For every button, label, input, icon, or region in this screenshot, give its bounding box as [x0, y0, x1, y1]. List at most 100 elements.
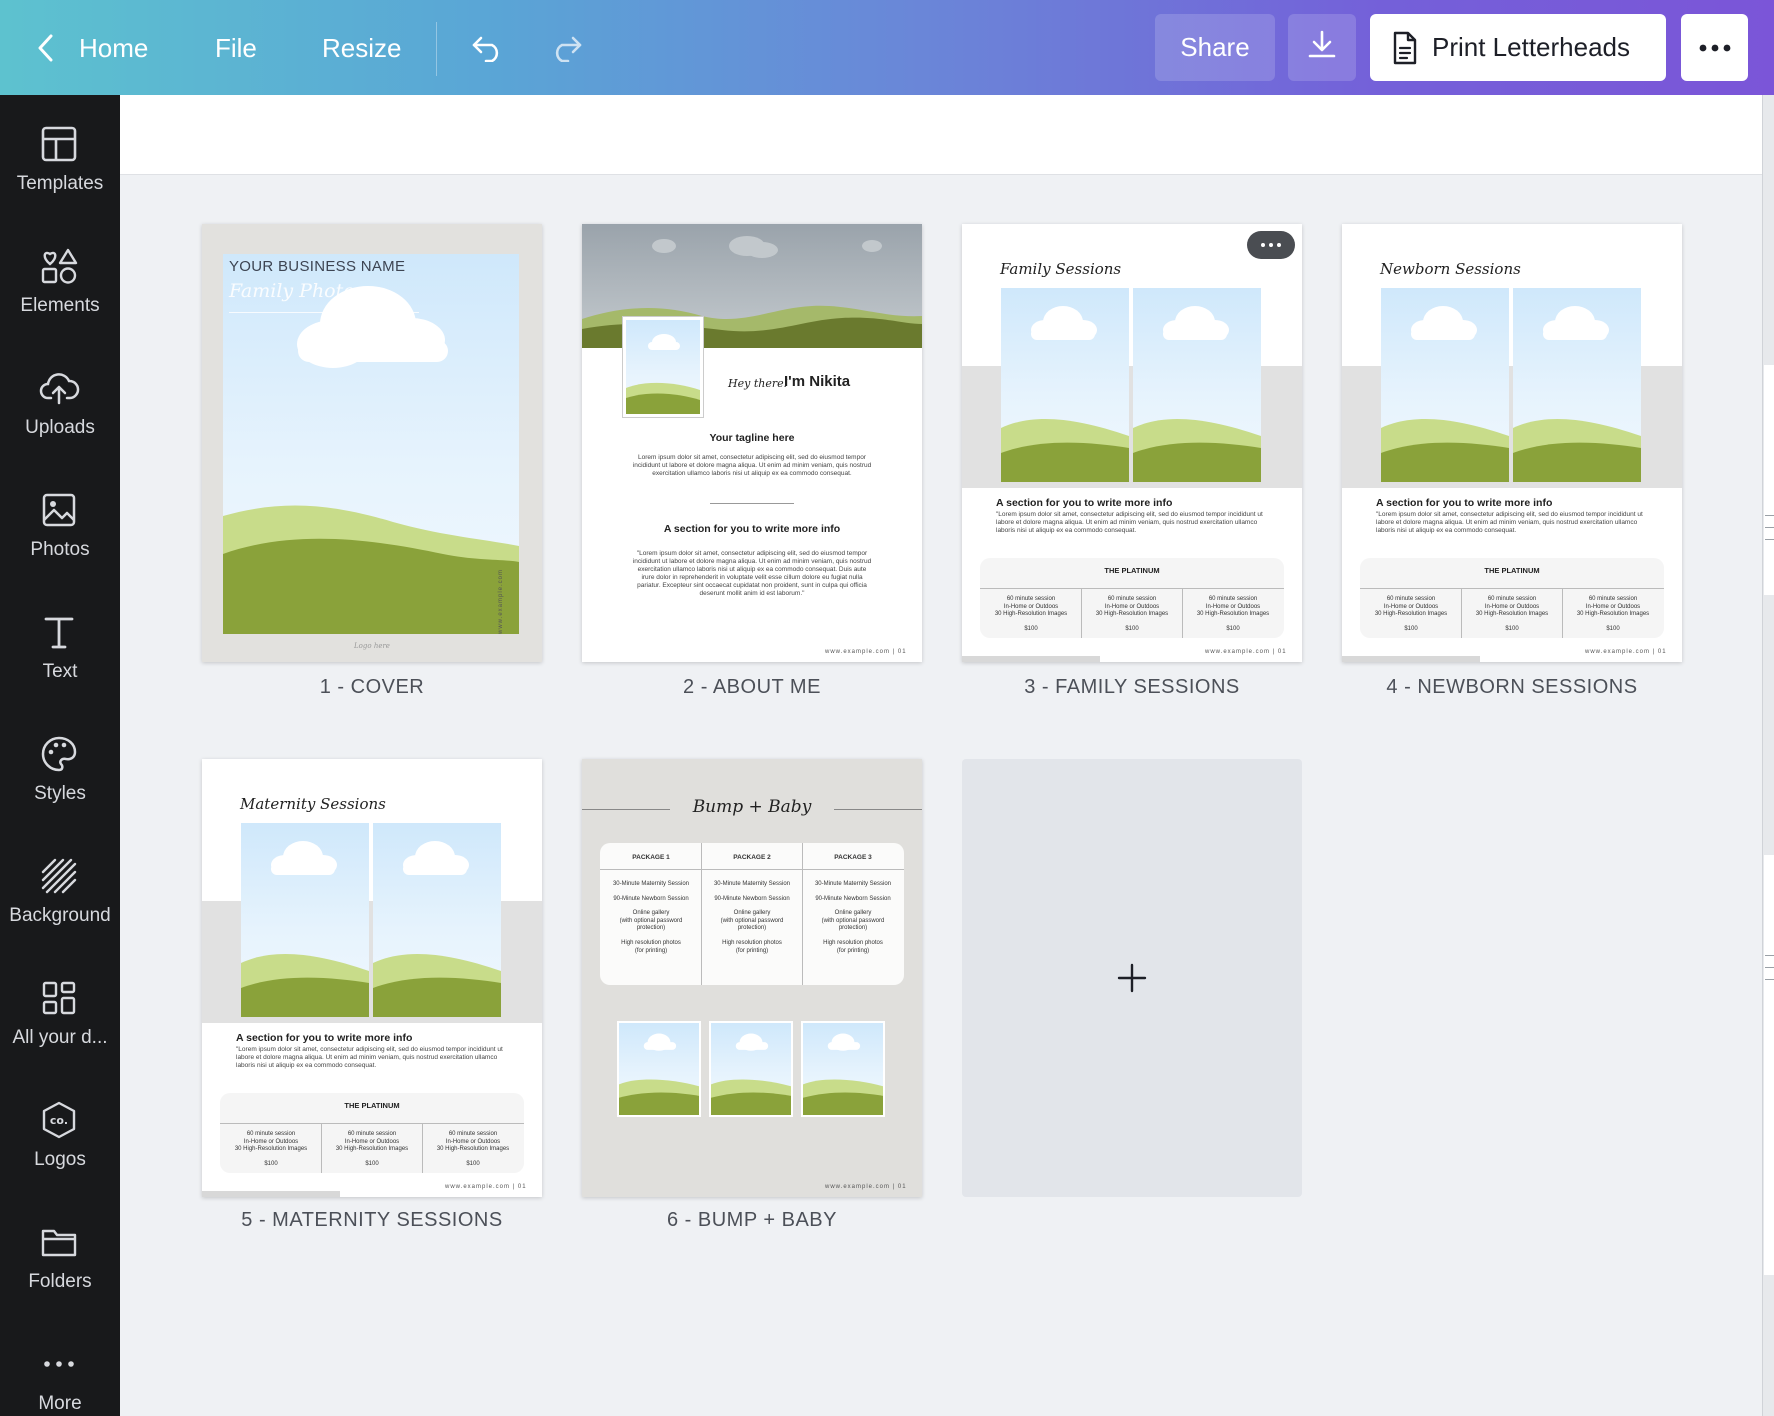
sidebar-label: Folders	[28, 1271, 92, 1292]
about-portrait-photo	[626, 320, 700, 414]
page-thumbnail-newborn-sessions[interactable]: Newborn Sessions A section for you to wr…	[1342, 224, 1682, 662]
about-tagline: Your tagline here	[709, 432, 795, 444]
sidebar-label: Elements	[20, 295, 100, 316]
sidebar-label: More	[38, 1393, 82, 1414]
sidebar-item-photos[interactable]: Photos	[0, 489, 120, 599]
redo-icon[interactable]	[546, 28, 586, 68]
page-title: 5 - MATERNITY SESSIONS	[241, 1209, 503, 1231]
plus-icon	[1117, 963, 1147, 998]
cover-divider	[229, 312, 419, 313]
pricing-cell: 60 minute session In-Home or Outdoos 30 …	[1095, 596, 1169, 617]
canvas-header-strip	[120, 95, 1762, 175]
page-title: 4 - NEWBORN SESSIONS	[1386, 676, 1638, 698]
page-thumbnail-family-sessions[interactable]: Family Sessions A section for you to wri…	[962, 224, 1302, 662]
page-title: 1 - COVER	[319, 676, 425, 698]
pricing-cell: 60 minute session In-Home or Outdoos 30 …	[1576, 596, 1650, 617]
package-row: High resolution photos (for printing)	[722, 940, 782, 954]
pricing-cell: 60 minute session In-Home or Outdoos 30 …	[234, 1131, 308, 1152]
about-name: I'm Nikita	[784, 373, 851, 390]
page-thumbnail-maternity-sessions[interactable]: Maternity Sessions A section for you to …	[202, 759, 542, 1197]
page-title: 3 - FAMILY SESSIONS	[1024, 676, 1240, 698]
toolbar-separator	[436, 22, 437, 76]
ellipsis-icon	[1699, 39, 1731, 57]
palette-icon	[38, 733, 80, 775]
sidebar-item-logos[interactable]: co. Logos	[0, 1099, 120, 1209]
left-sidebar: Templates Elements Uploads Photos Text S…	[0, 95, 120, 1416]
pricing-title: THE PLATINUM	[1484, 566, 1540, 575]
undo-icon[interactable]	[468, 28, 508, 68]
bump-packages-table: PACKAGE 1 PACKAGE 2 PACKAGE 3 30-Minute …	[600, 843, 904, 985]
newborn-photo-right	[1513, 288, 1641, 482]
about-portrait-frame	[622, 316, 704, 418]
download-button[interactable]	[1288, 14, 1356, 81]
newborn-section-heading: A section for you to write more info	[1376, 497, 1553, 509]
top-toolbar: Home File Resize Share Print Letterheads	[0, 0, 1774, 95]
sidebar-item-all-designs[interactable]: All your d...	[0, 977, 120, 1087]
more-options-button[interactable]	[1681, 14, 1748, 81]
maternity-section-paragraph: "Lorem ipsum dolor sit amet, consectetur…	[236, 1046, 503, 1069]
more-dots-icon	[38, 1343, 80, 1385]
sidebar-label: Logos	[34, 1149, 86, 1170]
sidebar-label: Uploads	[25, 417, 95, 438]
background-hatch-icon	[38, 855, 80, 897]
side-panel-edge	[1762, 95, 1774, 1416]
sidebar-item-folders[interactable]: Folders	[0, 1221, 120, 1331]
family-photo-right	[1133, 288, 1261, 482]
about-url: www.example.com | 01	[825, 649, 907, 655]
page-thumbnail-bump-baby[interactable]: Bump + Baby PACKAGE 1 PACKAGE 2 PACKAGE …	[582, 759, 922, 1197]
sidebar-item-background[interactable]: Background	[0, 855, 120, 965]
pricing-price: $100	[1404, 626, 1418, 632]
pricing-cell: 60 minute session In-Home or Outdoos 30 …	[335, 1131, 409, 1152]
package-row: Online gallery (with optional password p…	[720, 910, 784, 931]
sidebar-item-styles[interactable]: Styles	[0, 733, 120, 843]
share-label: Share	[1180, 32, 1250, 62]
package-row: High resolution photos (for printing)	[823, 940, 883, 954]
sidebar-item-elements[interactable]: Elements	[0, 245, 120, 355]
package-row: Online gallery (with optional password p…	[821, 910, 885, 931]
svg-text:co.: co.	[50, 1114, 68, 1127]
resize-menu[interactable]: Resize	[322, 28, 401, 68]
file-menu[interactable]: File	[215, 28, 257, 68]
sidebar-item-uploads[interactable]: Uploads	[0, 367, 120, 477]
family-section-heading: A section for you to write more info	[996, 497, 1173, 509]
pricing-price: $100	[1024, 626, 1038, 632]
newborn-photo-left	[1381, 288, 1509, 482]
package-header: PACKAGE 1	[632, 854, 670, 861]
pricing-cell: 60 minute session In-Home or Outdoos 30 …	[994, 596, 1068, 617]
bump-script-title: Bump + Baby	[692, 797, 812, 817]
package-row: 30-Minute Maternity Session	[713, 881, 791, 887]
pricing-price: $100	[1125, 626, 1139, 632]
print-letterheads-label: Print Letterheads	[1432, 32, 1631, 62]
pricing-title: THE PLATINUM	[1104, 566, 1160, 575]
newborn-section-paragraph: "Lorem ipsum dolor sit amet, consectetur…	[1376, 511, 1643, 534]
cover-script-title: Family Photos	[229, 280, 365, 302]
share-button[interactable]: Share	[1155, 14, 1275, 81]
page-thumbnail-about-me[interactable]: Hey there! I'm Nikita Your tagline here …	[582, 224, 922, 662]
sidebar-label: Background	[9, 905, 111, 926]
print-letterheads-button[interactable]: Print Letterheads	[1370, 14, 1666, 81]
pricing-price: $100	[466, 1161, 480, 1167]
photos-icon	[38, 489, 80, 531]
sidebar-label: Photos	[30, 539, 90, 560]
add-page-button[interactable]	[962, 759, 1302, 1197]
page-options-button[interactable]	[1247, 231, 1295, 259]
family-section-paragraph: "Lorem ipsum dolor sit amet, consectetur…	[996, 511, 1263, 534]
family-url: www.example.com | 01	[1205, 649, 1287, 655]
home-button[interactable]: Home	[79, 28, 148, 68]
newborn-script-title: Newborn Sessions	[1380, 260, 1521, 278]
cover-side-url: www.example.com	[498, 568, 504, 634]
templates-icon	[38, 123, 80, 165]
about-intro-paragraph: Lorem ipsum dolor sit amet, consectetur …	[632, 454, 872, 477]
maternity-bottom-bar	[202, 1191, 340, 1197]
pricing-cell: 60 minute session In-Home or Outdoos 30 …	[1475, 596, 1549, 617]
sidebar-item-text[interactable]: Text	[0, 611, 120, 721]
logo-badge-icon: co.	[38, 1099, 80, 1141]
grid-icon	[38, 977, 80, 1019]
cover-logo-placeholder: Logo here	[354, 642, 390, 650]
chevron-left-icon[interactable]	[30, 28, 60, 68]
page-thumbnail-cover[interactable]: YOUR BUSINESS NAME Family Photos www.exa…	[202, 224, 542, 662]
bump-url: www.example.com | 01	[825, 1184, 907, 1190]
family-pricing-table: THE PLATINUM 60 minute session In-Home o…	[980, 558, 1284, 638]
sidebar-item-more[interactable]: More	[0, 1343, 120, 1416]
sidebar-item-templates[interactable]: Templates	[0, 123, 120, 233]
